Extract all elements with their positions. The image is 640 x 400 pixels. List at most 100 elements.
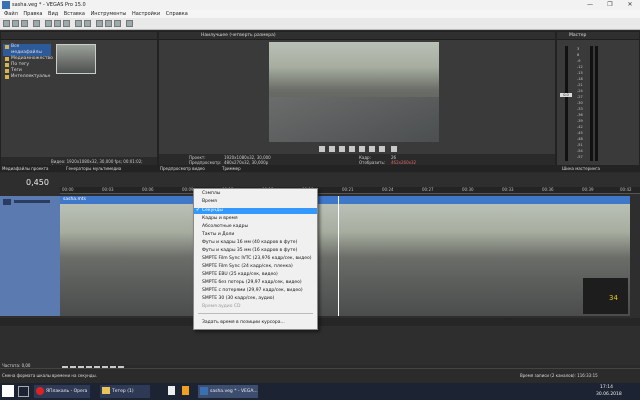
- video-track-header[interactable]: [0, 196, 60, 316]
- tab-media-generators[interactable]: Генераторы мультимедиа: [66, 166, 121, 171]
- time-ruler[interactable]: 00:00 00:03 00:06 00:09 00:12 00:15 00:1…: [60, 187, 640, 194]
- vegas-app-icon: [2, 1, 10, 9]
- menu-item-samples[interactable]: Сэмплы: [194, 191, 317, 197]
- loop-icon[interactable]: [319, 146, 325, 152]
- folder-icon: [102, 387, 110, 394]
- selection-tool-icon[interactable]: [114, 20, 121, 27]
- track-scroll-row[interactable]: [0, 318, 640, 326]
- menu-insert[interactable]: Вставка: [64, 10, 85, 18]
- properties-icon[interactable]: [33, 20, 40, 27]
- menu-item-measures-beats[interactable]: Такты и Доли: [194, 232, 317, 238]
- master-label: Мастер: [569, 33, 587, 38]
- help-icon[interactable]: [126, 20, 133, 27]
- menu-item-audio-cd: Время аудио CD: [202, 304, 241, 309]
- menu-item-smpte-ebu[interactable]: SMPTE EBU (25 кадр/сек, видео): [194, 272, 317, 278]
- menu-help[interactable]: Справка: [166, 10, 188, 18]
- track-number: [3, 199, 11, 205]
- record-time: Время записи (2 каналов): 116:33:15: [520, 373, 598, 378]
- menu-separator: [198, 313, 313, 314]
- media-player-icon: [182, 386, 189, 395]
- preview-quality-select[interactable]: Наилучшее (четверть размера): [201, 33, 276, 38]
- menu-file[interactable]: Файл: [4, 10, 18, 18]
- minimize-button[interactable]: —: [580, 0, 600, 10]
- play-from-start-icon[interactable]: [329, 146, 335, 152]
- media-thumbnail[interactable]: [56, 44, 96, 74]
- taskbar-opera[interactable]: ЯПлакаль - Opera: [34, 385, 90, 398]
- new-project-icon[interactable]: [3, 20, 10, 27]
- opera-icon: [36, 386, 44, 395]
- clip-header[interactable]: sasha.mts: [60, 196, 630, 204]
- ruler-format-context-menu: Сэмплы Время ✔ Секунды Кадры и время Абсо…: [193, 188, 318, 330]
- timeline-position: 0,450: [26, 178, 49, 187]
- edit-tool-icon[interactable]: [96, 20, 103, 27]
- tree-item-all-media[interactable]: Все медиафайлы: [3, 44, 51, 56]
- menu-item-frames-time[interactable]: Кадры и время: [194, 216, 317, 222]
- clip-frame-1: [60, 204, 198, 316]
- title-bar: sasha.veg * - VEGAS Pro 15.0 — ❐ ✕: [0, 0, 640, 10]
- window-title: sasha.veg * - VEGAS Pro 15.0: [12, 2, 86, 8]
- meter-right: [595, 46, 598, 161]
- snapshot-icon[interactable]: [391, 146, 397, 152]
- menu-item-smpte-ivtc[interactable]: SMPTE Film Sync IVTC (23,976 кадр/сек, в…: [194, 256, 317, 262]
- vegas-icon: [200, 386, 208, 395]
- next-frame-icon[interactable]: [379, 146, 385, 152]
- paste-icon[interactable]: [63, 20, 70, 27]
- document-icon: [168, 386, 175, 395]
- play-icon[interactable]: [339, 146, 345, 152]
- check-icon: ✔: [196, 208, 200, 213]
- menu-settings[interactable]: Настройки: [132, 10, 160, 18]
- redo-icon[interactable]: [84, 20, 91, 27]
- tab-master-bus[interactable]: Шина мастеринга: [562, 166, 600, 171]
- tab-project-media[interactable]: Медиафайлы проекта: [2, 166, 48, 171]
- menu-edit[interactable]: Правка: [23, 10, 42, 18]
- menu-item-smpte-30[interactable]: SMPTE 30 (30 кадр/сек, аудио): [194, 296, 317, 302]
- main-toolbar: [0, 18, 640, 30]
- taskbar-vegas[interactable]: sasha.veg * - VEGA...: [198, 385, 258, 398]
- clock-date[interactable]: 30.06.2018: [596, 391, 622, 398]
- prev-frame-icon[interactable]: [369, 146, 375, 152]
- menu-item-set-time-at-cursor[interactable]: Задать время в позиции курсора...: [194, 320, 317, 326]
- tree-item-smart[interactable]: Интеллектуальн: [3, 74, 51, 80]
- pause-icon[interactable]: [349, 146, 355, 152]
- menu-view[interactable]: Вид: [48, 10, 58, 18]
- taskbar-media-icon[interactable]: [182, 385, 192, 398]
- menu-tools[interactable]: Инструменты: [91, 10, 127, 18]
- taskbar-explorer[interactable]: Тетер (1): [100, 385, 150, 398]
- menu-item-feet-35mm[interactable]: Футы и кадры 35 мм (16 кадров в футе): [194, 248, 317, 254]
- envelope-tool-icon[interactable]: [105, 20, 112, 27]
- menu-item-absolute-frames[interactable]: Абсолютные кадры: [194, 224, 317, 230]
- video-preview-panel: Наилучшее (четверть размера) Проект: 192…: [158, 31, 556, 168]
- copy-icon[interactable]: [54, 20, 61, 27]
- cut-icon[interactable]: [45, 20, 52, 27]
- maximize-button[interactable]: ❐: [600, 0, 620, 10]
- menu-item-smpte-nondrop[interactable]: SMPTE без потерь (29,97 кадр/сек, видео): [194, 280, 317, 286]
- master-bus-panel: Мастер 3 6 -9 -12 -15 -18 -21 -24 -27 -3…: [556, 31, 640, 168]
- save-icon[interactable]: [21, 20, 28, 27]
- zoom-overlay: 34: [583, 278, 628, 314]
- preview-video-frame: [269, 42, 439, 142]
- master-fader-track[interactable]: [565, 46, 568, 161]
- clock-time[interactable]: 17:14: [600, 384, 613, 391]
- timeline-panel: 0,450 00:00 00:03 00:06 00:09 00:12 00:1…: [0, 173, 640, 374]
- video-track[interactable]: sasha.mts 34: [60, 196, 630, 316]
- start-button[interactable]: [2, 385, 14, 397]
- track-level-slider[interactable]: [14, 200, 50, 203]
- master-fader-value[interactable]: 0.0: [560, 93, 572, 97]
- tab-trimmer[interactable]: Триммер: [222, 166, 241, 171]
- tab-video-preview[interactable]: Предпросмотр видео: [160, 166, 205, 171]
- project-media-toolbar: [1, 32, 157, 40]
- task-view-icon[interactable]: [18, 386, 29, 397]
- taskbar-file-icon[interactable]: [168, 385, 178, 398]
- menu-item-smpte-film[interactable]: SMPTE Film Sync (24 кадр/сек, пленка): [194, 264, 317, 270]
- menu-item-feet-16mm[interactable]: Футы и кадры 16 мм (40 кадров в футе): [194, 240, 317, 246]
- media-tree: Все медиафайлы Медиамножество По тегу Те…: [3, 44, 53, 80]
- undo-icon[interactable]: [75, 20, 82, 27]
- menu-item-smpte-drop[interactable]: SMPTE с потерями (29,97 кадр/сек, видео): [194, 288, 317, 294]
- menu-item-time[interactable]: Время: [194, 199, 317, 205]
- panel-tabs-row: Медиафайлы проекта Генераторы мультимеди…: [0, 165, 640, 172]
- stop-icon[interactable]: [359, 146, 365, 152]
- open-icon[interactable]: [12, 20, 19, 27]
- cursor-line[interactable]: [338, 196, 339, 316]
- menu-item-seconds[interactable]: ✔ Секунды: [194, 208, 317, 215]
- close-button[interactable]: ✕: [620, 0, 640, 10]
